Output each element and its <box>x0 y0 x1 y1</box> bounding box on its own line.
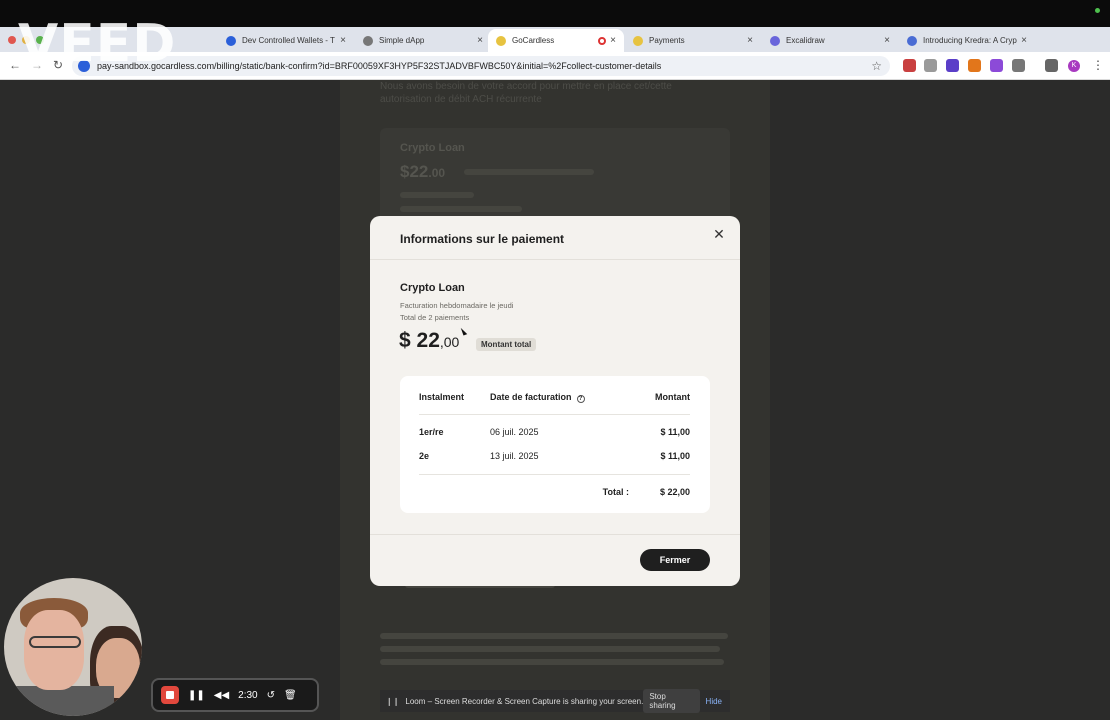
webcam-bubble <box>4 578 142 716</box>
screen-sharing-bar: ❙❙ Loom – Screen Recorder & Screen Captu… <box>380 689 730 713</box>
instalment-table: Instalment Date de facturation? Montant … <box>400 376 710 513</box>
column-header-date: Date de facturation? <box>490 392 585 403</box>
camera-extension-icon[interactable] <box>924 59 937 72</box>
divider <box>419 414 690 415</box>
consent-intro-text: Nous avons besoin de votre accord pour m… <box>380 81 672 105</box>
help-circle-icon[interactable]: ? <box>576 395 585 403</box>
total-amount: $ 22,00 <box>399 329 460 352</box>
loom-recording-controls: ❚❚ ◀◀ 2:30 ↺ 🗑 <box>151 678 319 712</box>
total-label: Total : <box>602 487 629 497</box>
tab-gocardless[interactable]: GoCardless × <box>488 29 624 52</box>
background-plan-title: Crypto Loan <box>400 142 465 154</box>
product-name: Crypto Loan <box>400 282 465 294</box>
close-button[interactable]: Fermer <box>640 549 710 571</box>
divider <box>419 474 690 475</box>
extension-icon[interactable] <box>903 59 916 72</box>
table-cell-date: 06 juil. 2025 <box>490 427 539 437</box>
address-bar[interactable]: pay-sandbox.gocardless.com/billing/stati… <box>72 56 890 76</box>
metamask-icon[interactable] <box>968 59 981 72</box>
bookmark-star-icon[interactable]: ☆ <box>871 59 882 73</box>
column-header-instalment: Instalment <box>419 392 465 402</box>
pause-icon[interactable]: ❚❚ <box>188 690 205 701</box>
gear-icon <box>907 35 917 46</box>
close-tab-icon[interactable]: × <box>884 35 890 46</box>
modal-header: Informations sur le paiement ✕ <box>370 216 740 260</box>
billing-frequency: Facturation hebdomadaire le jeudi <box>400 301 514 310</box>
table-cell-amount: $ 11,00 <box>660 451 690 461</box>
close-tab-icon[interactable]: × <box>747 35 753 46</box>
tab-dev-controlled-wallets[interactable]: Dev Controlled Wallets - T × <box>218 29 354 52</box>
total-value: $ 22,00 <box>659 487 690 497</box>
background-plan-amount: $22.00 <box>400 162 446 181</box>
profile-avatar[interactable]: K <box>1068 60 1080 72</box>
excalidraw-icon <box>770 35 780 46</box>
extension-icon[interactable] <box>946 59 959 72</box>
table-cell-date: 13 juil. 2025 <box>490 451 539 461</box>
close-icon[interactable]: ✕ <box>712 227 726 241</box>
background-plan-card: Crypto Loan $22.00 <box>380 128 730 228</box>
trash-icon[interactable]: 🗑 <box>284 690 297 701</box>
wallet-icon <box>226 35 236 46</box>
gocardless-icon <box>633 35 643 46</box>
hide-button[interactable]: Hide <box>706 697 722 706</box>
modal-title: Informations sur le paiement <box>400 232 565 246</box>
recording-indicator <box>1095 8 1100 13</box>
payment-count: Total de 2 paiements <box>400 313 470 322</box>
browser-menu-icon[interactable]: ⋮ <box>1092 58 1104 72</box>
gocardless-icon <box>496 35 506 46</box>
download-icon[interactable] <box>1045 59 1058 72</box>
modal-footer-divider <box>370 534 740 535</box>
close-tab-icon[interactable]: × <box>477 35 483 46</box>
close-tab-icon[interactable]: × <box>1021 35 1027 46</box>
total-amount-badge: Montant total <box>476 338 537 351</box>
extension-icon[interactable] <box>990 59 1003 72</box>
stop-recording-button[interactable] <box>161 686 179 704</box>
tab-excalidraw[interactable]: Excalidraw × <box>762 29 898 52</box>
close-tab-icon[interactable]: × <box>340 35 346 46</box>
stop-sharing-button[interactable]: Stop sharing <box>643 689 700 713</box>
tab-simple-dapp[interactable]: Simple dApp × <box>355 29 491 52</box>
puzzle-icon[interactable] <box>1012 59 1025 72</box>
drag-handle-icon[interactable]: ❙❙ <box>386 697 399 706</box>
tab-introducing-kredra[interactable]: Introducing Kredra: A Cryp × <box>899 29 1035 52</box>
table-cell-amount: $ 11,00 <box>660 427 690 437</box>
payment-details-modal: Informations sur le paiement ✕ Crypto Lo… <box>370 216 740 586</box>
veed-watermark: VEED <box>18 14 177 74</box>
table-cell-instalment: 1er/re <box>419 427 444 437</box>
tab-payments[interactable]: Payments × <box>625 29 761 52</box>
recording-tab-icon <box>598 36 607 45</box>
rewind-icon[interactable]: ◀◀ <box>214 690 229 701</box>
close-tab-icon[interactable]: × <box>610 35 616 46</box>
sharing-message: Loom – Screen Recorder & Screen Capture … <box>405 696 644 706</box>
recording-timer: 2:30 <box>238 689 258 701</box>
restart-icon[interactable]: ↺ <box>267 690 275 701</box>
globe-icon <box>363 35 373 46</box>
table-cell-instalment: 2e <box>419 451 430 461</box>
column-header-amount: Montant <box>655 392 690 402</box>
